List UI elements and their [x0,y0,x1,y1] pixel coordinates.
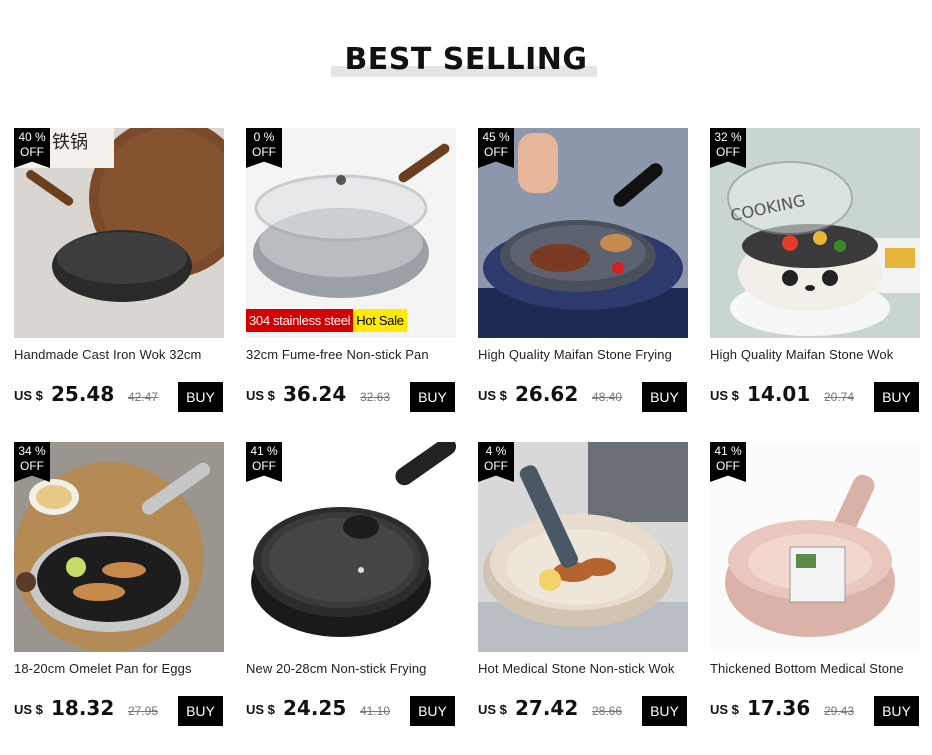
product-card[interactable]: 4 % OFF Hot Medical Stone Non-stick Wok … [478,442,688,755]
discount-percent: 32 % [714,130,742,144]
discount-percent: 0 % [253,130,275,144]
discount-percent: 41 % [250,444,278,458]
original-price: 27.95 [128,704,159,718]
product-price: 26.62 [515,382,579,406]
discount-off-label: OFF [484,145,508,159]
buy-button[interactable]: BUY [642,696,687,726]
discount-off-label: OFF [20,145,44,159]
promo-tag: 304 stainless steel Hot Sale [246,309,407,332]
price-row: US $ 17.36 29.43 BUY [710,696,920,726]
discount-off-label: OFF [716,459,740,473]
section-title: BEST SELLING [344,42,588,77]
price-row: US $ 27.42 28.66 BUY [478,696,688,726]
discount-off-label: OFF [252,145,276,159]
discount-off-label: OFF [484,459,508,473]
discount-off-label: OFF [20,459,44,473]
currency-label: US $ [710,388,739,403]
discount-off-label: OFF [252,459,276,473]
buy-button[interactable]: BUY [410,382,455,412]
price-row: US $ 14.01 20.74 BUY [710,382,920,412]
currency-label: US $ [246,388,275,403]
currency-label: US $ [478,388,507,403]
product-card[interactable]: 41 % OFF Thickened Bottom Medical Stone … [710,442,920,755]
original-price: 42.47 [128,390,159,404]
discount-percent: 45 % [482,130,510,144]
original-price: 48.40 [592,390,623,404]
product-card[interactable]: 34 % OFF 18-20cm Omelet Pan for Eggs US … [14,442,224,755]
product-price: 25.48 [51,382,115,406]
buy-button[interactable]: BUY [178,696,223,726]
cream-wok-image[interactable]: 4 % OFF [478,442,688,652]
price-row: US $ 36.24 32.63 BUY [246,382,456,412]
buy-button[interactable]: BUY [874,382,919,412]
product-card[interactable]: COOKING 32 % OFF High Quality Maifan Sto… [710,128,920,441]
currency-label: US $ [14,702,43,717]
product-grid: 铁锅 40 % OFF Handmade Cast Iron Wok 32cm … [14,128,924,755]
product-card[interactable]: 45 % OFF High Quality Maifan Stone Fryin… [478,128,688,441]
cast-iron-wok-image[interactable]: 铁锅 40 % OFF [14,128,224,338]
price-row: US $ 26.62 48.40 BUY [478,382,688,412]
discount-percent: 40 % [18,130,46,144]
product-title[interactable]: Thickened Bottom Medical Stone [710,661,920,679]
buy-button[interactable]: BUY [410,696,455,726]
buy-button[interactable]: BUY [178,382,223,412]
price-row: US $ 24.25 41.10 BUY [246,696,456,726]
product-title[interactable]: Handmade Cast Iron Wok 32cm [14,347,224,365]
product-price: 36.24 [283,382,347,406]
price-row: US $ 18.32 27.95 BUY [14,696,224,726]
original-price: 29.43 [824,704,855,718]
promo-tag-material: 304 stainless steel [246,309,354,332]
original-price: 20.74 [824,390,855,404]
discount-off-label: OFF [716,145,740,159]
svg-text:铁锅: 铁锅 [52,132,88,153]
omelet-pan-image[interactable]: 34 % OFF [14,442,224,652]
currency-label: US $ [14,388,43,403]
product-title[interactable]: 18-20cm Omelet Pan for Eggs [14,661,224,679]
original-price: 28.66 [592,704,623,718]
discount-percent: 4 % [485,444,507,458]
currency-label: US $ [710,702,739,717]
product-price: 18.32 [51,696,115,720]
panda-wok-image[interactable]: COOKING 32 % OFF [710,128,920,338]
currency-label: US $ [246,702,275,717]
product-card[interactable]: 铁锅 40 % OFF Handmade Cast Iron Wok 32cm … [14,128,224,441]
promo-tag-hot-sale: Hot Sale [353,309,407,332]
product-title[interactable]: Hot Medical Stone Non-stick Wok [478,661,688,679]
product-title[interactable]: High Quality Maifan Stone Frying [478,347,688,365]
product-title[interactable]: High Quality Maifan Stone Wok [710,347,920,365]
product-price: 14.01 [747,382,811,406]
frying-pan-steak-image[interactable]: 45 % OFF [478,128,688,338]
section-header: BEST SELLING [0,40,932,84]
black-frying-pan-image[interactable]: 41 % OFF [246,442,456,652]
original-price: 41.10 [360,704,391,718]
product-price: 24.25 [283,696,347,720]
currency-label: US $ [478,702,507,717]
buy-button[interactable]: BUY [642,382,687,412]
product-card[interactable]: 0 % OFF 304 stainless steel Hot Sale 32c… [246,128,456,441]
product-price: 17.36 [747,696,811,720]
product-price: 27.42 [515,696,579,720]
product-title[interactable]: 32cm Fume-free Non-stick Pan [246,347,456,365]
original-price: 32.63 [360,390,391,404]
discount-percent: 41 % [714,444,742,458]
product-card[interactable]: 41 % OFF New 20-28cm Non-stick Frying US… [246,442,456,755]
pink-milk-pan-image[interactable]: 41 % OFF [710,442,920,652]
buy-button[interactable]: BUY [874,696,919,726]
product-title[interactable]: New 20-28cm Non-stick Frying [246,661,456,679]
stainless-wok-image[interactable]: 0 % OFF 304 stainless steel Hot Sale [246,128,456,338]
discount-percent: 34 % [18,444,46,458]
price-row: US $ 25.48 42.47 BUY [14,382,224,412]
